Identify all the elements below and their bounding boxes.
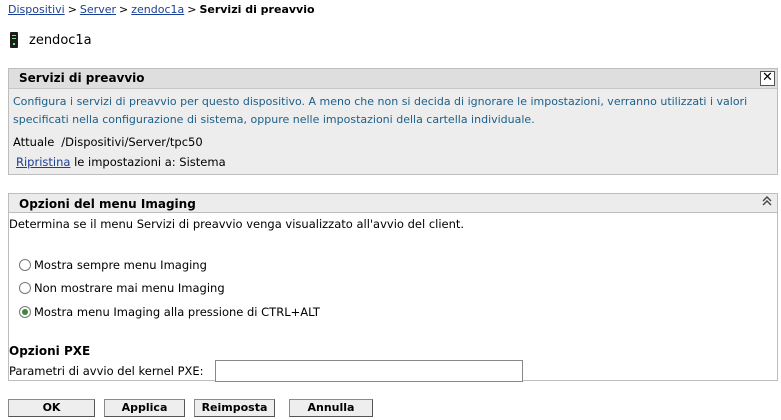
current-path: /Dispositivi/Server/tpc50 <box>61 135 203 149</box>
description-line-1: Configura i servizi di preavvio per ques… <box>13 95 748 108</box>
reset-link[interactable]: Ripristina <box>16 155 70 169</box>
pxe-kernel-label: Parametri di avvio del kernel PXE: <box>9 364 204 378</box>
imaging-menu-description: Determina se il menu Servizi di preavvio… <box>9 217 465 231</box>
description-line-2: specificati nella configurazione di sist… <box>13 113 535 126</box>
current-setting-row: Attuale/Dispositivi/Server/tpc50 <box>13 135 203 149</box>
device-title: zendoc1a <box>10 31 92 49</box>
breadcrumb-current: Servizi di preavvio <box>199 3 315 16</box>
reset-button[interactable]: Reimposta <box>194 399 275 417</box>
reset-row: Ripristina le impostazioni a: Sistema <box>16 155 226 169</box>
apply-button[interactable]: Applica <box>104 399 185 417</box>
breadcrumb-separator: > <box>119 3 129 16</box>
breadcrumb-separator: > <box>187 3 197 16</box>
radio-button[interactable] <box>19 282 31 294</box>
breadcrumb-link-server[interactable]: Server <box>80 3 116 16</box>
collapse-icon[interactable] <box>761 195 773 212</box>
preboot-services-panel: Servizi di preavvio ✕ Configura i serviz… <box>8 68 778 175</box>
server-icon <box>10 32 18 48</box>
device-name: zendoc1a <box>29 32 92 48</box>
radio-label: Mostra menu Imaging alla pressione di CT… <box>34 305 320 319</box>
radio-button-checked[interactable] <box>19 306 31 318</box>
breadcrumb: Dispositivi > Server > zendoc1a > Servizi di p… <box>8 3 315 16</box>
pxe-kernel-input[interactable] <box>215 360 523 382</box>
current-label: Attuale <box>13 135 55 149</box>
pxe-options-title: Opzioni PXE <box>9 344 91 358</box>
preboot-panel-header: Servizi di preavvio ✕ <box>9 69 777 89</box>
radio-option-ctrl-alt[interactable]: Mostra menu Imaging alla pressione di CT… <box>19 305 320 319</box>
preboot-panel-title: Servizi di preavvio <box>19 71 145 85</box>
imaging-menu-panel-body <box>8 213 778 381</box>
close-icon[interactable]: ✕ <box>760 71 775 86</box>
preboot-panel-description: Configura i servizi di preavvio per ques… <box>13 93 773 129</box>
breadcrumb-link-device[interactable]: zendoc1a <box>131 3 184 16</box>
radio-option-always[interactable]: Mostra sempre menu Imaging <box>19 258 207 272</box>
radio-label: Mostra sempre menu Imaging <box>34 258 207 272</box>
radio-button[interactable] <box>19 259 31 271</box>
breadcrumb-separator: > <box>67 3 77 16</box>
radio-option-never[interactable]: Non mostrare mai menu Imaging <box>19 281 225 295</box>
cancel-button[interactable]: Annulla <box>289 399 373 417</box>
imaging-menu-panel-title: Opzioni del menu Imaging <box>19 197 196 211</box>
double-chevron-up-icon <box>762 196 772 206</box>
imaging-menu-panel-header: Opzioni del menu Imaging <box>8 193 778 213</box>
reset-text: le impostazioni a: Sistema <box>74 155 226 169</box>
breadcrumb-link-dispositivi[interactable]: Dispositivi <box>8 3 65 16</box>
ok-button[interactable]: OK <box>8 399 95 417</box>
radio-label: Non mostrare mai menu Imaging <box>34 281 225 295</box>
